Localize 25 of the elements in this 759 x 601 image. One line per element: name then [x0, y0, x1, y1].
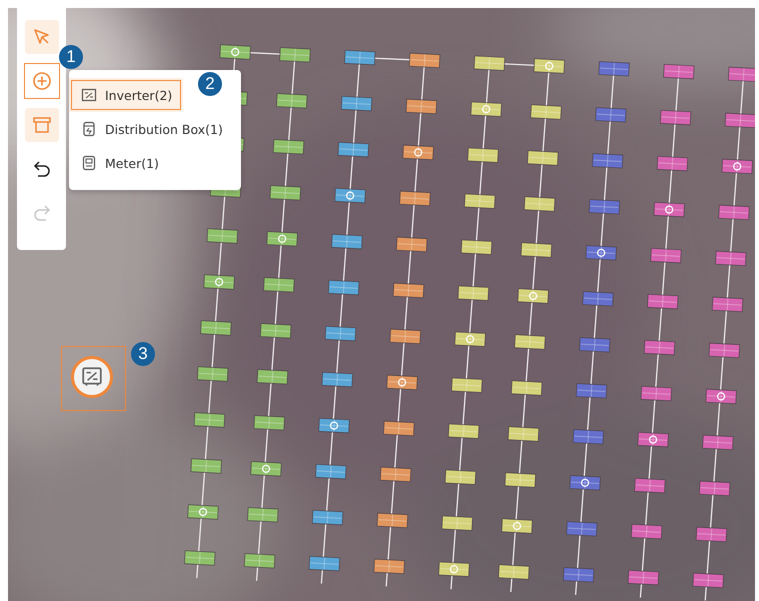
solar-panel[interactable] — [256, 369, 288, 384]
add-icon — [32, 71, 52, 91]
solar-panel[interactable] — [406, 98, 438, 114]
solar-panel[interactable] — [702, 434, 734, 450]
inverter-icon — [81, 87, 97, 103]
highlight-frame — [61, 346, 126, 411]
menu-item[interactable]: Distribution Box(1) — [69, 112, 241, 146]
add-tool-button[interactable] — [24, 64, 58, 98]
undo-icon — [32, 159, 52, 179]
solar-panel[interactable] — [263, 277, 295, 292]
solar-panel[interactable] — [279, 47, 311, 62]
frame-icon — [32, 115, 52, 135]
distribution-box-icon — [81, 121, 97, 137]
inverter-icon — [81, 366, 103, 388]
solar-panel[interactable] — [250, 461, 282, 476]
meter-icon — [81, 155, 97, 171]
menu-item[interactable]: Inverter(2) — [69, 78, 183, 112]
menu-item[interactable]: Meter(1) — [69, 146, 241, 180]
solar-panel[interactable] — [696, 526, 728, 542]
solar-panel[interactable] — [383, 420, 414, 436]
solar-panel[interactable] — [724, 112, 755, 128]
redo-icon — [32, 203, 52, 223]
solar-panel[interactable] — [708, 342, 740, 358]
solar-panel[interactable] — [376, 512, 408, 528]
solar-panel[interactable] — [270, 185, 301, 200]
